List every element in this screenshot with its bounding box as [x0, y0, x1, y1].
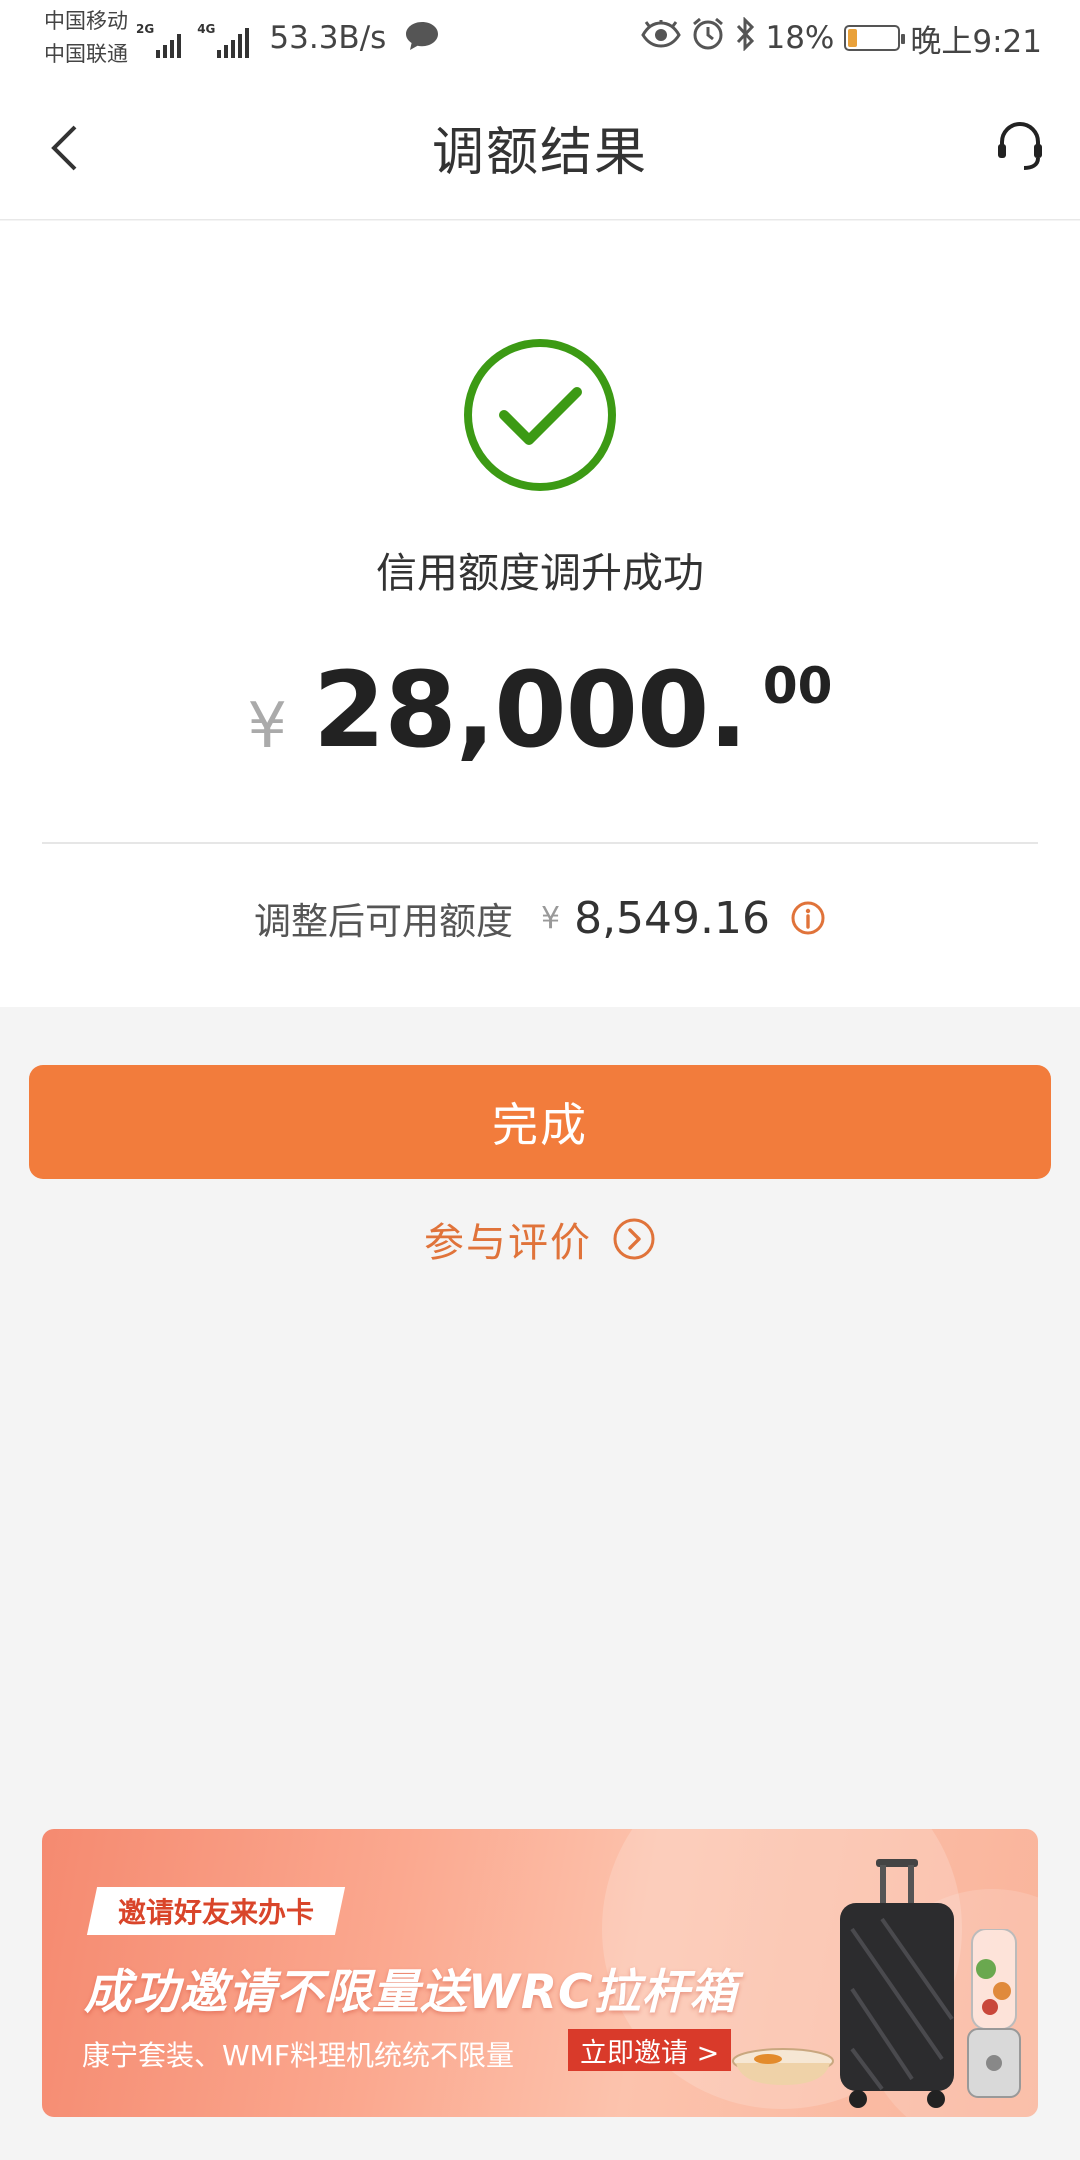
amount-integer: 28,000.: [313, 649, 748, 771]
banner-tag: 邀请好友来办卡: [86, 1887, 346, 1935]
feedback-label: 参与评价: [424, 1220, 592, 1266]
currency-symbol: ¥: [247, 689, 287, 762]
status-right: 18% 晚上9:21: [641, 16, 1042, 61]
customer-service-button[interactable]: [988, 114, 1052, 178]
signal-2-tag: 4G: [197, 22, 216, 36]
net-speed: 53.3B/s: [269, 20, 387, 56]
back-button[interactable]: [36, 120, 92, 176]
nav-bar: 调额结果: [0, 76, 1080, 220]
signal-bars-icon: [217, 28, 250, 58]
available-value: 8,549.16: [574, 892, 771, 944]
battery-level: [848, 29, 857, 47]
battery-percent: 18%: [765, 20, 835, 56]
available-limit-row: 调整后可用额度 ¥ 8,549.16: [0, 891, 1080, 945]
cookware-image: [732, 2048, 834, 2085]
new-credit-limit: ¥ 28,000. 00: [0, 649, 1080, 771]
carrier-1: 中国移动: [44, 9, 128, 33]
carrier-names: 中国移动 中国联通: [44, 5, 128, 71]
eye-icon: [641, 20, 682, 56]
available-currency: ¥: [540, 900, 561, 936]
divider: [42, 842, 1038, 844]
banner-headline: 成功邀请不限量送WRC拉杆箱: [84, 1965, 738, 2020]
back-icon: [51, 125, 77, 171]
carrier-2: 中国联通: [44, 42, 128, 66]
signal-2: 4G: [197, 18, 257, 58]
banner-subtext: 康宁套装、WMF料理机统统不限量: [82, 2039, 514, 2072]
alarm-icon: [691, 17, 725, 59]
result-message: 信用额度调升成功: [376, 549, 704, 597]
message-icon: [404, 20, 440, 56]
signal-1-tag: 2G: [136, 22, 155, 36]
page-title: 调额结果: [431, 123, 648, 183]
signal-1: 2G: [136, 18, 189, 58]
result-card: 信用额度调升成功 ¥ 28,000. 00 调整后可用额度 ¥ 8,549.16: [0, 221, 1080, 1007]
status-bar: 中国移动 中国联通 2G 4G 53.3B/s 18% 晚上9:21: [0, 0, 1080, 76]
battery-icon: [844, 25, 906, 51]
success-check-icon: [464, 339, 616, 491]
amount-decimal: 00: [762, 657, 833, 715]
chevron-circle-right-icon: [613, 1218, 655, 1260]
info-icon[interactable]: [790, 900, 826, 936]
clock: 晚上9:21: [910, 23, 1042, 60]
banner-tag-text: 邀请好友来办卡: [118, 1896, 315, 1929]
signal-bars-icon: [156, 34, 182, 58]
invite-now-button[interactable]: 立即邀请 >: [568, 2029, 732, 2071]
bluetooth-icon: [735, 16, 755, 59]
customer-service-icon: [998, 122, 1042, 170]
feedback-link[interactable]: 参与评价: [0, 1210, 1080, 1268]
promo-banner[interactable]: 邀请好友来办卡 成功邀请不限量送WRC拉杆箱 康宁套装、WMF料理机统统不限量 …: [42, 1829, 1038, 2117]
blender-image: [967, 1929, 1021, 2098]
suitcase-image: [840, 1859, 954, 2108]
available-label: 调整后可用额度: [253, 900, 513, 943]
done-button[interactable]: 完成: [29, 1065, 1051, 1179]
